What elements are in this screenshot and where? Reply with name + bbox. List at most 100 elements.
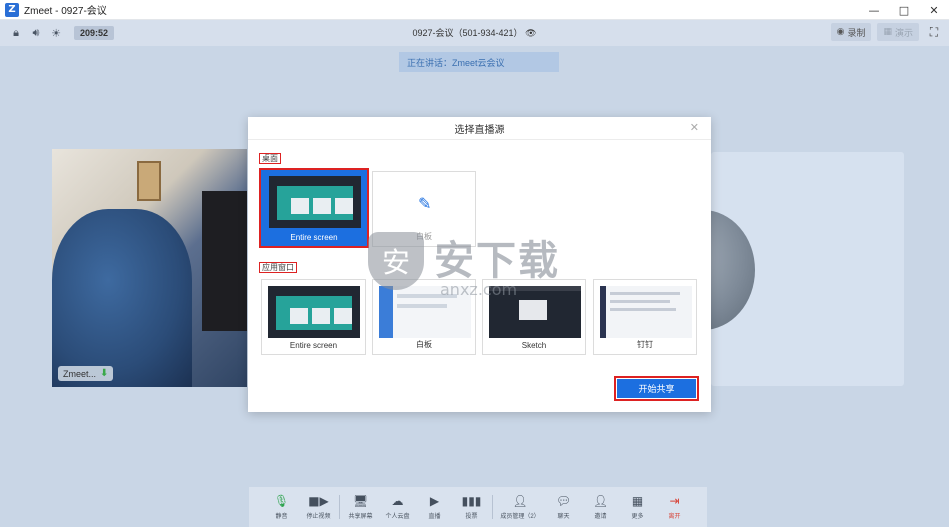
microphone-icon: 🎙︎ xyxy=(273,494,290,508)
lock-icon[interactable]: 🔒︎ xyxy=(6,23,26,43)
live-button[interactable]: ▶ 直播 xyxy=(416,487,453,527)
stop-video-button[interactable]: ■▶ 停止视频 xyxy=(300,487,337,527)
participant-avatar xyxy=(711,210,755,330)
entire-screen-thumbnail xyxy=(269,176,361,228)
source-caption: 白板 xyxy=(416,340,432,349)
minimize-button[interactable]: — xyxy=(859,0,889,20)
window-controls: — □ ✕ xyxy=(859,0,949,20)
members-icon: 👤︎ xyxy=(512,494,528,508)
meeting-title-wrap: 0927-会议（501-934-421） 👁︎ xyxy=(0,26,949,39)
chat-button[interactable]: 💬︎ 聊天 xyxy=(545,487,582,527)
stop-video-label: 停止视频 xyxy=(306,514,331,520)
start-share-label: 开始共享 xyxy=(617,379,696,398)
members-label: 成员管理（2） xyxy=(500,514,540,520)
source-caption: 白板 xyxy=(416,232,432,241)
thumb-card xyxy=(291,198,309,214)
video-background-window xyxy=(137,161,161,201)
meeting-topbar: 🔒︎ 🔊︎ ☀ 209:52 0927-会议（501-934-421） 👁︎ ◉… xyxy=(0,20,949,46)
dingtalk-thumbnail xyxy=(600,286,692,338)
maximize-button[interactable]: □ xyxy=(889,0,919,20)
personal-cloud-button[interactable]: ☁ 个人云盘 xyxy=(379,487,416,527)
record-icon: ◉ xyxy=(836,27,845,37)
close-window-button[interactable]: ✕ xyxy=(919,0,949,20)
source-caption: Entire screen xyxy=(289,341,338,350)
thumb-line xyxy=(397,304,447,308)
mic-active-icon: ⬇ xyxy=(100,368,109,379)
grid-more-icon: ▦ xyxy=(631,494,644,508)
video-person xyxy=(52,209,192,387)
thumb-card xyxy=(335,198,353,214)
add-user-icon: 👤︎ xyxy=(592,494,609,508)
leave-icon: ⇥ xyxy=(669,494,680,508)
live-label: 直播 xyxy=(428,514,441,520)
personal-cloud-label: 个人云盘 xyxy=(385,514,410,520)
secondary-video-tile[interactable] xyxy=(711,152,904,386)
window-titlebar: Z Zmeet - 0927-会议 — □ ✕ xyxy=(0,0,949,20)
meeting-timer: 209:52 xyxy=(74,26,115,40)
cloud-icon: ☁ xyxy=(391,494,404,508)
pencil-icon: ✎ xyxy=(418,194,432,213)
brightness-icon[interactable]: ☀ xyxy=(46,23,66,43)
start-share-button[interactable]: 开始共享 xyxy=(614,376,699,401)
desktop-section-label: 桌面 xyxy=(259,153,281,164)
dialog-close-icon[interactable]: ✕ xyxy=(690,121,699,134)
record-button[interactable]: ◉ 录制 xyxy=(830,23,872,41)
thumb-toolbar xyxy=(489,286,581,291)
thumb-line xyxy=(610,292,680,295)
thumb-card xyxy=(334,308,352,324)
toolbar-divider xyxy=(492,495,493,519)
mute-button[interactable]: 🎙︎ 静音 xyxy=(263,487,300,527)
app-whiteboard-source[interactable]: 白板 xyxy=(372,279,476,355)
thumb-line xyxy=(610,308,676,311)
chat-icon: 💬︎ xyxy=(555,494,572,508)
participant-video-tile[interactable]: Zmeet... ⬇ xyxy=(52,149,247,387)
meeting-toolbar: 🎙︎ 静音 ■▶ 停止视频 🖥︎ 共享屏幕 ☁ 个人云盘 ▶ 直播 ▮▮▮ 投票… xyxy=(249,487,707,527)
share-screen-button[interactable]: 🖥︎ 共享屏幕 xyxy=(342,487,379,527)
entire-screen-thumbnail xyxy=(268,286,360,338)
leave-label: 离开 xyxy=(668,514,681,520)
thumb-line xyxy=(610,300,670,303)
desktop-whiteboard-source[interactable]: ✎ 白板 xyxy=(372,171,476,247)
invite-button[interactable]: 👤︎ 邀请 xyxy=(582,487,619,527)
window-title: Zmeet - 0927-会议 xyxy=(24,6,107,17)
source-caption: 钉钉 xyxy=(637,340,653,349)
participant-name: Zmeet... xyxy=(63,368,97,379)
speaking-banner: 正在讲话：Zmeet云会议 xyxy=(399,52,559,72)
source-caption: Sketch xyxy=(521,341,547,350)
dialog-title: 选择直播源 xyxy=(454,124,505,136)
grid-icon: ▦ xyxy=(883,27,892,37)
vote-label: 投票 xyxy=(465,514,478,520)
meeting-title: 0927-会议（501-934-421） xyxy=(412,28,523,38)
source-caption: Entire screen xyxy=(290,233,338,242)
play-icon: ▶ xyxy=(429,494,440,508)
split-view-button[interactable]: ▦ 演示 xyxy=(877,23,919,41)
more-button[interactable]: ▦ 更多 xyxy=(619,487,656,527)
app-window-section-label: 应用窗口 xyxy=(259,262,297,273)
desktop-entire-screen-source[interactable]: Entire screen xyxy=(259,168,369,248)
leave-button[interactable]: ⇥ 离开 xyxy=(656,487,693,527)
dialog-header: 选择直播源 ✕ xyxy=(248,117,711,140)
thumb-card xyxy=(290,308,308,324)
toolbar-divider xyxy=(339,495,340,519)
record-label: 录制 xyxy=(847,27,866,38)
eye-icon[interactable]: 👁︎ xyxy=(525,29,536,39)
split-view-label: 演示 xyxy=(894,27,913,38)
whiteboard-thumbnail xyxy=(379,286,471,338)
zmeet-logo-icon: Z xyxy=(5,2,19,17)
app-entire-screen-source[interactable]: Entire screen xyxy=(261,279,366,355)
participant-name-badge: Zmeet... ⬇ xyxy=(58,366,114,381)
share-screen-label: 共享屏幕 xyxy=(348,514,373,520)
mute-label: 静音 xyxy=(275,514,288,520)
thumb-sidebar xyxy=(379,286,393,338)
speaker-icon[interactable]: 🔊︎ xyxy=(26,23,46,43)
fullscreen-icon[interactable]: ⛶ xyxy=(925,23,943,41)
thumb-card xyxy=(313,198,331,214)
app-dingtalk-source[interactable]: 钉钉 xyxy=(593,279,697,355)
thumb-card xyxy=(312,308,330,324)
chat-label: 聊天 xyxy=(557,514,570,520)
app-sketch-source[interactable]: Sketch xyxy=(482,279,586,355)
select-source-dialog: 选择直播源 ✕ 桌面 Entire screen ✎ 白板 应用窗口 Entir… xyxy=(248,117,711,412)
members-button[interactable]: 👤︎ 成员管理（2） xyxy=(495,487,545,527)
vote-button[interactable]: ▮▮▮ 投票 xyxy=(453,487,490,527)
thumb-canvas xyxy=(519,300,547,320)
